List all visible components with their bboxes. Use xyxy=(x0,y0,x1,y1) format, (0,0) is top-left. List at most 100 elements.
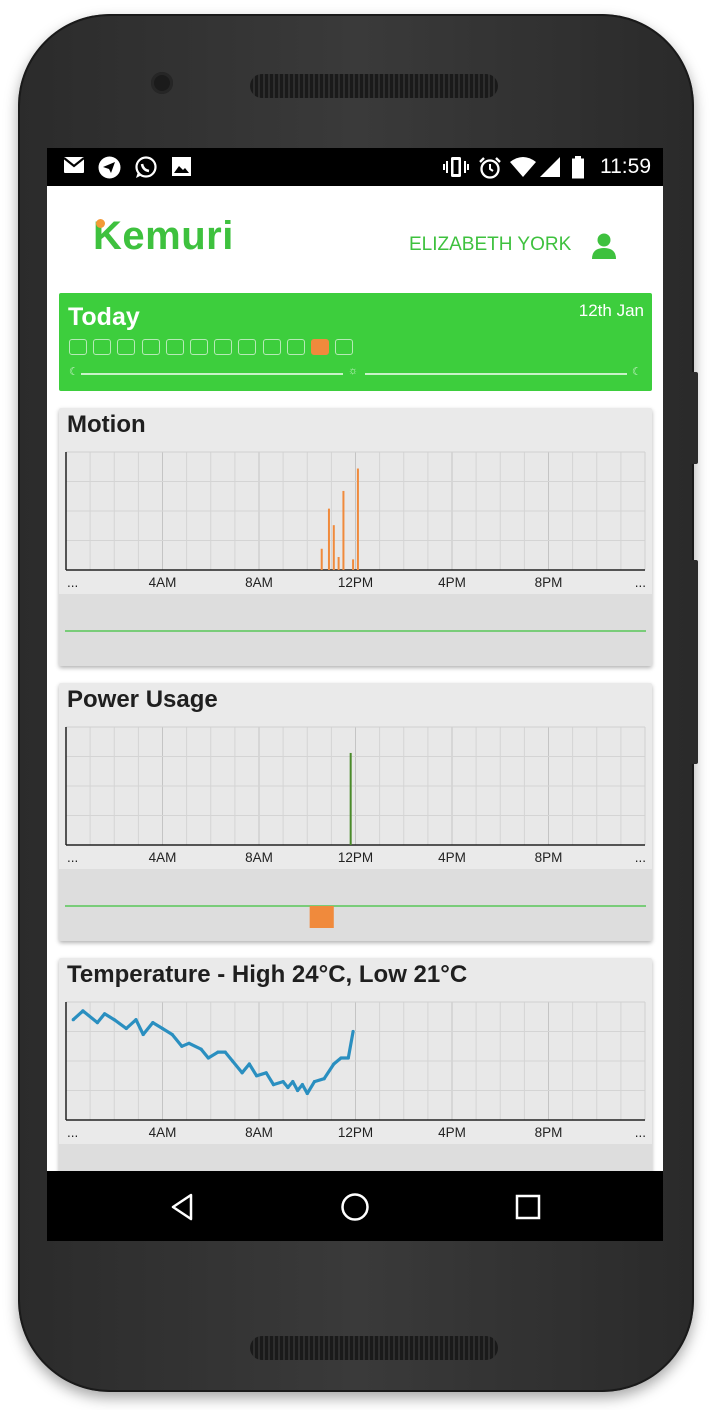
x-tick-label: ... xyxy=(67,575,78,590)
top-speaker xyxy=(250,74,498,98)
temperature-point xyxy=(332,1062,336,1066)
power-chart: ... 4AM 8AM 12PM 4PM 8PM... xyxy=(59,726,652,941)
x-tick-label: 12PM xyxy=(338,850,373,865)
x-tick-label: ... xyxy=(67,1125,78,1140)
app-header: Kemuri ELIZABETH YORK xyxy=(47,186,663,290)
user-icon[interactable] xyxy=(591,232,617,260)
hour-box[interactable] xyxy=(335,339,354,355)
moon-right-icon: ☾ xyxy=(632,366,642,378)
sun-icon: ☼ xyxy=(348,365,359,377)
whatsapp-icon xyxy=(134,156,157,185)
temperature-point xyxy=(71,1018,75,1022)
temperature-point xyxy=(281,1080,285,1084)
day-timeline: ☾ ☼ ☾ xyxy=(69,365,642,379)
activity-event-marker xyxy=(309,906,334,928)
temperature-point xyxy=(312,1080,317,1084)
temperature-point xyxy=(322,1077,326,1081)
user-name[interactable]: ELIZABETH YORK xyxy=(409,234,571,256)
temperature-point xyxy=(160,1026,165,1031)
chart-bar xyxy=(320,548,323,570)
x-tick-label: 4PM xyxy=(438,850,466,865)
temperature-point xyxy=(206,1056,210,1060)
x-tick-label: 8PM xyxy=(535,850,563,865)
x-tick-label: 4AM xyxy=(149,575,177,590)
temperature-point xyxy=(81,1009,85,1013)
chart-bar xyxy=(327,508,330,570)
x-tick-label: 8AM xyxy=(245,1125,273,1140)
temperature-point xyxy=(305,1091,309,1096)
kemuri-logo[interactable]: Kemuri xyxy=(93,214,234,259)
motion-chart: ... 4AM 8AM 12PM 4PM 8PM... xyxy=(59,451,652,666)
power-title: Power Usage xyxy=(67,686,218,713)
back-icon[interactable] xyxy=(165,1189,201,1225)
image-icon xyxy=(171,156,192,183)
temperature-point xyxy=(247,1062,251,1066)
home-icon[interactable] xyxy=(337,1189,373,1225)
x-tick-label: 4AM xyxy=(149,850,177,865)
temperature-point xyxy=(199,1047,203,1051)
moon-left-icon: ☾ xyxy=(69,366,79,378)
hour-box[interactable] xyxy=(311,339,329,355)
temperature-point xyxy=(170,1032,174,1037)
vibrate-icon xyxy=(443,156,469,184)
logo-text: Kemuri xyxy=(93,214,234,258)
status-time: 11:59 xyxy=(600,155,651,178)
signal-icon xyxy=(539,156,561,184)
temperature-point xyxy=(286,1085,290,1090)
hour-box[interactable] xyxy=(141,339,160,355)
x-tick-label: ... xyxy=(635,575,646,590)
temperature-point xyxy=(291,1080,295,1084)
hour-box[interactable] xyxy=(69,339,87,355)
today-panel[interactable]: Today 12th Jan ☾ ☼ ☾ xyxy=(59,293,652,391)
hour-box[interactable] xyxy=(190,339,208,355)
power-button xyxy=(690,372,698,464)
activity-strip xyxy=(59,869,652,941)
android-nav-bar xyxy=(47,1171,663,1241)
temperature-point xyxy=(254,1074,259,1078)
temperature-point xyxy=(124,1026,128,1031)
gmail-icon xyxy=(63,156,85,180)
hour-box[interactable] xyxy=(262,339,281,355)
x-tick-label: 4AM xyxy=(149,1125,177,1140)
power-card[interactable]: ... 4AM 8AM 12PM 4PM 8PM... Power Usage xyxy=(59,683,652,941)
chart-bar xyxy=(349,752,352,845)
x-tick-label: 4PM xyxy=(438,575,466,590)
x-tick-label: 8AM xyxy=(245,575,273,590)
temperature-title: Temperature - High 24°C, Low 21°C xyxy=(67,961,468,988)
chart-bar xyxy=(356,468,359,570)
temperature-point xyxy=(264,1071,268,1075)
hour-box[interactable] xyxy=(117,339,136,355)
hour-box[interactable] xyxy=(286,339,305,355)
recents-icon[interactable] xyxy=(510,1189,546,1225)
temperature-point xyxy=(180,1044,184,1048)
hour-box[interactable] xyxy=(238,339,257,355)
x-tick-label: ... xyxy=(635,850,646,865)
bottom-speaker xyxy=(250,1336,498,1360)
temperature-point xyxy=(230,1059,235,1063)
x-tick-label: 4PM xyxy=(438,1125,466,1140)
hour-box[interactable] xyxy=(165,339,184,355)
app-screen: 11:59 Kemuri ELIZABETH YORK Today 12th J… xyxy=(47,148,663,1241)
timeline-line-left xyxy=(81,373,343,375)
x-tick-label: 12PM xyxy=(338,575,373,590)
x-tick-label: ... xyxy=(635,1125,646,1140)
x-tick-label: 8PM xyxy=(535,575,563,590)
motion-card[interactable]: ... 4AM 8AM 12PM 4PM 8PM... Motion xyxy=(59,408,652,666)
temperature-point xyxy=(271,1083,276,1087)
alarm-icon xyxy=(478,156,502,186)
chart-bar xyxy=(352,559,355,570)
temperature-point xyxy=(151,1021,155,1025)
motion-title: Motion xyxy=(67,411,146,438)
timeline-line-right xyxy=(365,373,627,375)
today-title: Today xyxy=(68,303,140,331)
temperature-point xyxy=(187,1041,191,1045)
temperature-point xyxy=(134,1018,138,1022)
x-tick-label: 12PM xyxy=(338,1125,373,1140)
temperature-point xyxy=(112,1018,116,1022)
temperature-point xyxy=(339,1056,343,1060)
hour-box[interactable] xyxy=(93,339,112,355)
x-tick-label: 8PM xyxy=(535,1125,563,1140)
hour-box[interactable] xyxy=(214,339,233,355)
wifi-icon xyxy=(509,156,537,184)
temperature-point xyxy=(95,1021,99,1025)
